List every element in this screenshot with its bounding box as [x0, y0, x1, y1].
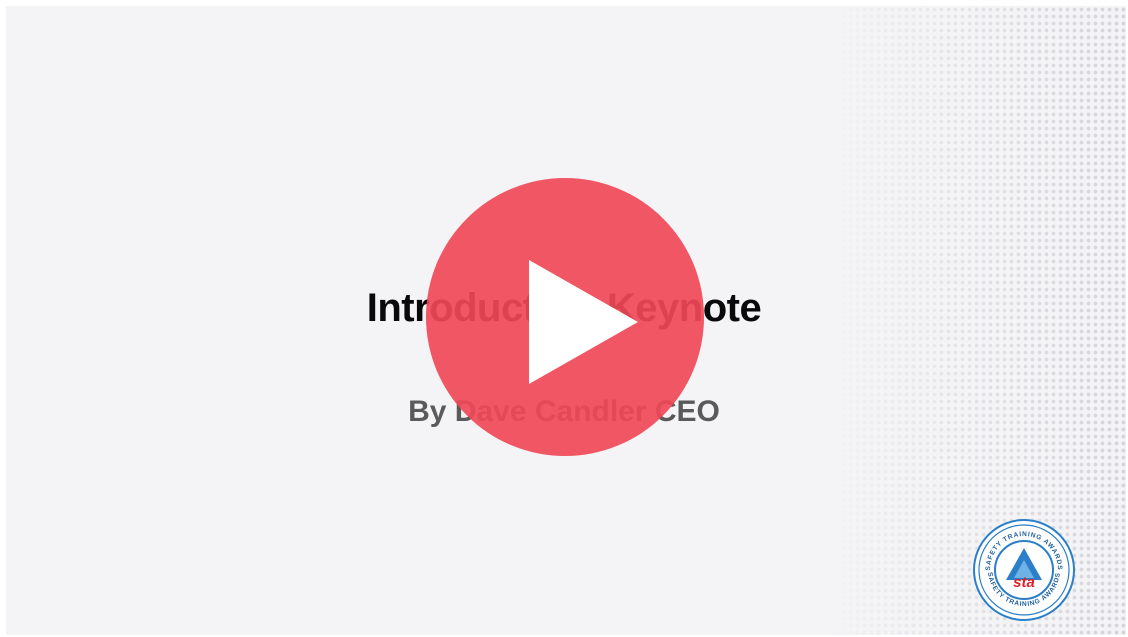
sta-badge-icon: SAFETY TRAINING AWARDS SAFETY TRAINING A…: [973, 519, 1075, 621]
play-button[interactable]: [426, 178, 704, 456]
logo-text: sta: [1013, 574, 1035, 591]
play-icon: [529, 260, 638, 384]
sta-logo: SAFETY TRAINING AWARDS SAFETY TRAINING A…: [972, 518, 1076, 622]
